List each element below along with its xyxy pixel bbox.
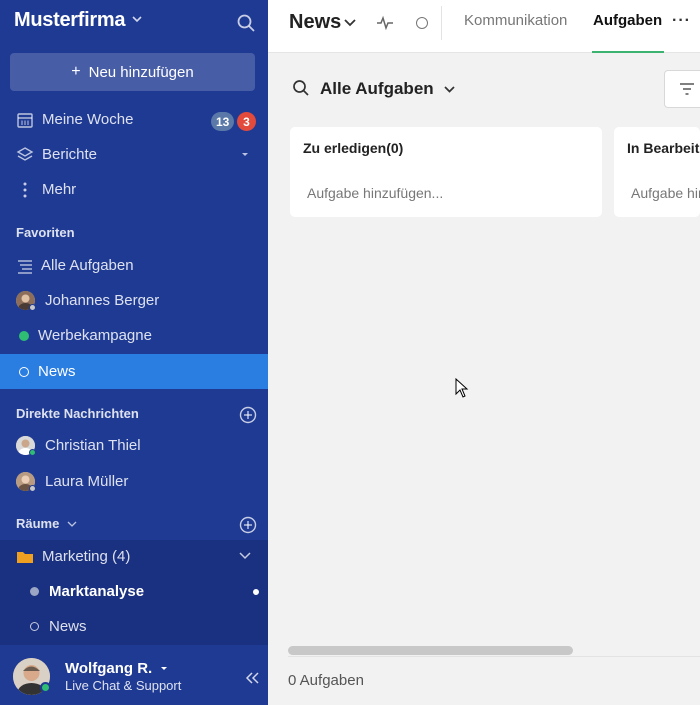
- sidebar-item-werbekampagne[interactable]: Werbekampagne: [0, 318, 268, 353]
- caret-down-icon: [161, 667, 168, 671]
- sidebar: Musterfirma + Neu hinzufügen Meine Woche…: [0, 0, 268, 705]
- online-status-dot: [40, 682, 51, 693]
- collapse-sidebar-icon[interactable]: [244, 670, 260, 686]
- sidebar-item-berichte[interactable]: Berichte: [0, 137, 268, 172]
- sidebar-item-johannes-berger[interactable]: Johannes Berger: [0, 283, 268, 318]
- offline-status-dot: [29, 304, 36, 311]
- circle-icon: [30, 622, 39, 631]
- top-bar: News Kommunikation Aufgaben ···: [268, 0, 700, 53]
- column-title: Zu erledigen(0): [303, 140, 404, 156]
- more-vertical-icon: [23, 182, 27, 198]
- circle-icon: [19, 367, 29, 377]
- sidebar-item-label: Berichte: [42, 146, 98, 163]
- add-task-input[interactable]: Aufgabe hinzufügen...: [307, 185, 443, 201]
- offline-status-dot: [29, 485, 36, 492]
- sidebar-item-label: Werbekampagne: [38, 327, 152, 344]
- task-filter-title[interactable]: Alle Aufgaben: [320, 79, 434, 99]
- chevron-down-icon[interactable]: [130, 12, 144, 26]
- sidebar-item-label: News: [49, 618, 87, 635]
- user-bar[interactable]: Wolfgang R. Live Chat & Support: [0, 650, 268, 705]
- kanban-column-in-progress: In Bearbeitung Aufgabe hinzufügen...: [614, 127, 700, 217]
- chevron-down-icon[interactable]: [443, 83, 456, 96]
- filter-icon: [680, 83, 694, 95]
- divider: [288, 656, 700, 657]
- chevron-down-icon[interactable]: [343, 16, 357, 30]
- kanban-column-todo: Zu erledigen(0) Aufgabe hinzufügen...: [290, 127, 602, 217]
- add-new-button[interactable]: + Neu hinzufügen: [10, 53, 255, 91]
- rooms-title[interactable]: Räume: [16, 516, 77, 531]
- chevron-down-icon: [67, 521, 77, 527]
- chevron-down-icon[interactable]: [238, 551, 252, 561]
- sidebar-item-label: Meine Woche: [42, 111, 134, 128]
- plus-icon: +: [71, 63, 81, 80]
- count-badge: 13: [211, 112, 235, 131]
- list-icon: [18, 260, 32, 274]
- add-circle-icon[interactable]: [239, 406, 257, 424]
- tab-aufgaben[interactable]: Aufgaben: [593, 12, 662, 29]
- divider: [441, 6, 442, 40]
- horizontal-scrollbar[interactable]: [288, 646, 700, 655]
- scrollbar-thumb[interactable]: [288, 646, 573, 655]
- layers-icon: [16, 147, 34, 161]
- room-dot-icon: [30, 587, 39, 596]
- favorites-title: Favoriten: [16, 225, 75, 240]
- sidebar-header: Musterfirma: [0, 0, 268, 44]
- search-icon[interactable]: [292, 79, 310, 97]
- unread-badge: 3: [237, 112, 256, 131]
- add-circle-icon[interactable]: [239, 516, 257, 534]
- sidebar-item-label: Mehr: [42, 181, 77, 198]
- org-name[interactable]: Musterfirma: [14, 9, 125, 32]
- page-title[interactable]: News: [289, 11, 341, 34]
- dm-christian-thiel[interactable]: Christian Thiel: [0, 428, 268, 463]
- sidebar-item-alle-aufgaben[interactable]: Alle Aufgaben: [0, 248, 268, 283]
- calendar-icon: [17, 113, 33, 128]
- search-icon[interactable]: [236, 13, 256, 33]
- active-tab-indicator: [592, 51, 664, 53]
- room-marktanalyse[interactable]: Marktanalyse: [0, 574, 268, 609]
- unread-dot: [253, 589, 259, 595]
- add-task-input[interactable]: Aufgabe hinzufügen...: [631, 185, 700, 201]
- sidebar-item-meine-woche[interactable]: Meine Woche 13 3: [0, 102, 268, 137]
- more-horizontal-icon[interactable]: ···: [672, 12, 691, 30]
- filter-button[interactable]: [664, 70, 700, 108]
- folder-icon: [17, 552, 33, 563]
- sidebar-item-label: Marketing (4): [42, 548, 131, 565]
- add-new-label: Neu hinzufügen: [88, 63, 194, 81]
- sidebar-item-news[interactable]: News: [0, 354, 268, 389]
- caret-down-icon[interactable]: [241, 152, 249, 158]
- sidebar-item-mehr[interactable]: Mehr: [0, 172, 268, 207]
- sidebar-item-label: Alle Aufgaben: [41, 257, 134, 274]
- green-dot-icon: [19, 331, 29, 341]
- sidebar-item-label: Laura Müller: [45, 473, 129, 490]
- room-news[interactable]: News: [0, 609, 268, 644]
- sidebar-item-label: Johannes Berger: [45, 292, 160, 309]
- online-status-dot: [29, 449, 36, 456]
- mouse-cursor-icon: [455, 378, 469, 398]
- user-name-label: Wolfgang R.: [65, 660, 153, 677]
- sidebar-item-label: Christian Thiel: [45, 437, 141, 454]
- room-folder-marketing[interactable]: Marketing (4): [0, 539, 268, 574]
- tab-kommunikation[interactable]: Kommunikation: [464, 12, 567, 29]
- user-name[interactable]: Wolfgang R.: [65, 660, 168, 677]
- rooms-title-label: Räume: [16, 516, 60, 531]
- task-count: 0 Aufgaben: [288, 672, 364, 689]
- sidebar-item-label: News: [38, 363, 76, 380]
- sidebar-item-label: Marktanalyse: [49, 583, 145, 600]
- column-title: In Bearbeitung: [627, 140, 700, 156]
- dm-laura-mueller[interactable]: Laura Müller: [0, 464, 268, 499]
- circle-icon[interactable]: [416, 17, 428, 29]
- direct-messages-title: Direkte Nachrichten: [16, 406, 139, 421]
- activity-icon[interactable]: [376, 14, 394, 32]
- user-status: Live Chat & Support: [65, 678, 182, 693]
